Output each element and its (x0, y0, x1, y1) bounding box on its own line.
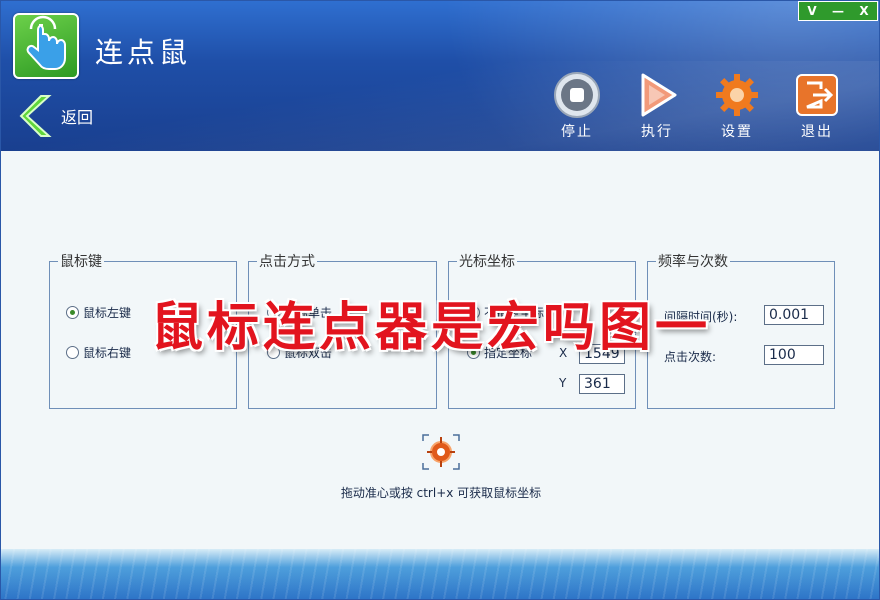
group-title: 点击方式 (257, 251, 317, 271)
settings-button[interactable]: 设置 (707, 71, 767, 141)
play-icon (641, 73, 677, 117)
stop-icon (554, 72, 600, 118)
back-label: 返回 (61, 108, 94, 127)
exit-label: 退出 (801, 124, 833, 140)
app-window: 连点鼠 V — X 返回 停止 执行 设置 退出 鼠标键 鼠标左键 鼠标右键 点… (0, 0, 880, 600)
exit-button[interactable]: 退出 (787, 71, 847, 141)
watermark-text: 鼠标连点器是宏吗图一 (151, 298, 712, 358)
interval-field[interactable]: 0.001 (764, 305, 824, 325)
window-controls: V — X (798, 1, 878, 21)
radio-dot (66, 306, 79, 319)
back-button[interactable]: 返回 (19, 93, 93, 139)
run-button[interactable]: 执行 (627, 71, 687, 141)
footer-decoration (1, 549, 879, 599)
app-title: 连点鼠 (95, 36, 192, 69)
y-label: Y (559, 376, 567, 390)
group-title: 鼠标键 (58, 251, 104, 271)
radio-dot (66, 346, 79, 359)
minimize-button[interactable]: V (799, 2, 825, 20)
hint-text: 拖动准心或按 ctrl+x 可获取鼠标坐标 (340, 486, 542, 500)
radio-right-button[interactable]: 鼠标右键 (66, 344, 131, 361)
header: 连点鼠 V — X 返回 停止 执行 设置 退出 (1, 1, 879, 151)
hand-click-icon (13, 13, 79, 79)
radio-left-button[interactable]: 鼠标左键 (66, 304, 131, 321)
radio-label: 鼠标右键 (83, 346, 132, 360)
settings-label: 设置 (721, 124, 753, 140)
y-coordinate-field[interactable]: 361 (579, 374, 625, 394)
stop-button[interactable]: 停止 (547, 71, 607, 141)
exit-icon (796, 74, 838, 116)
group-title: 光标坐标 (457, 251, 517, 271)
restore-button[interactable]: — (825, 2, 851, 20)
count-field[interactable]: 100 (764, 345, 824, 365)
radio-label: 鼠标左键 (83, 306, 132, 320)
close-button[interactable]: X (851, 2, 877, 20)
crosshair-icon[interactable] (421, 433, 461, 471)
gear-icon (716, 74, 758, 116)
stop-label: 停止 (561, 124, 593, 140)
run-label: 执行 (641, 124, 673, 140)
chevron-left-icon (19, 95, 52, 137)
group-title: 频率与次数 (656, 251, 730, 271)
